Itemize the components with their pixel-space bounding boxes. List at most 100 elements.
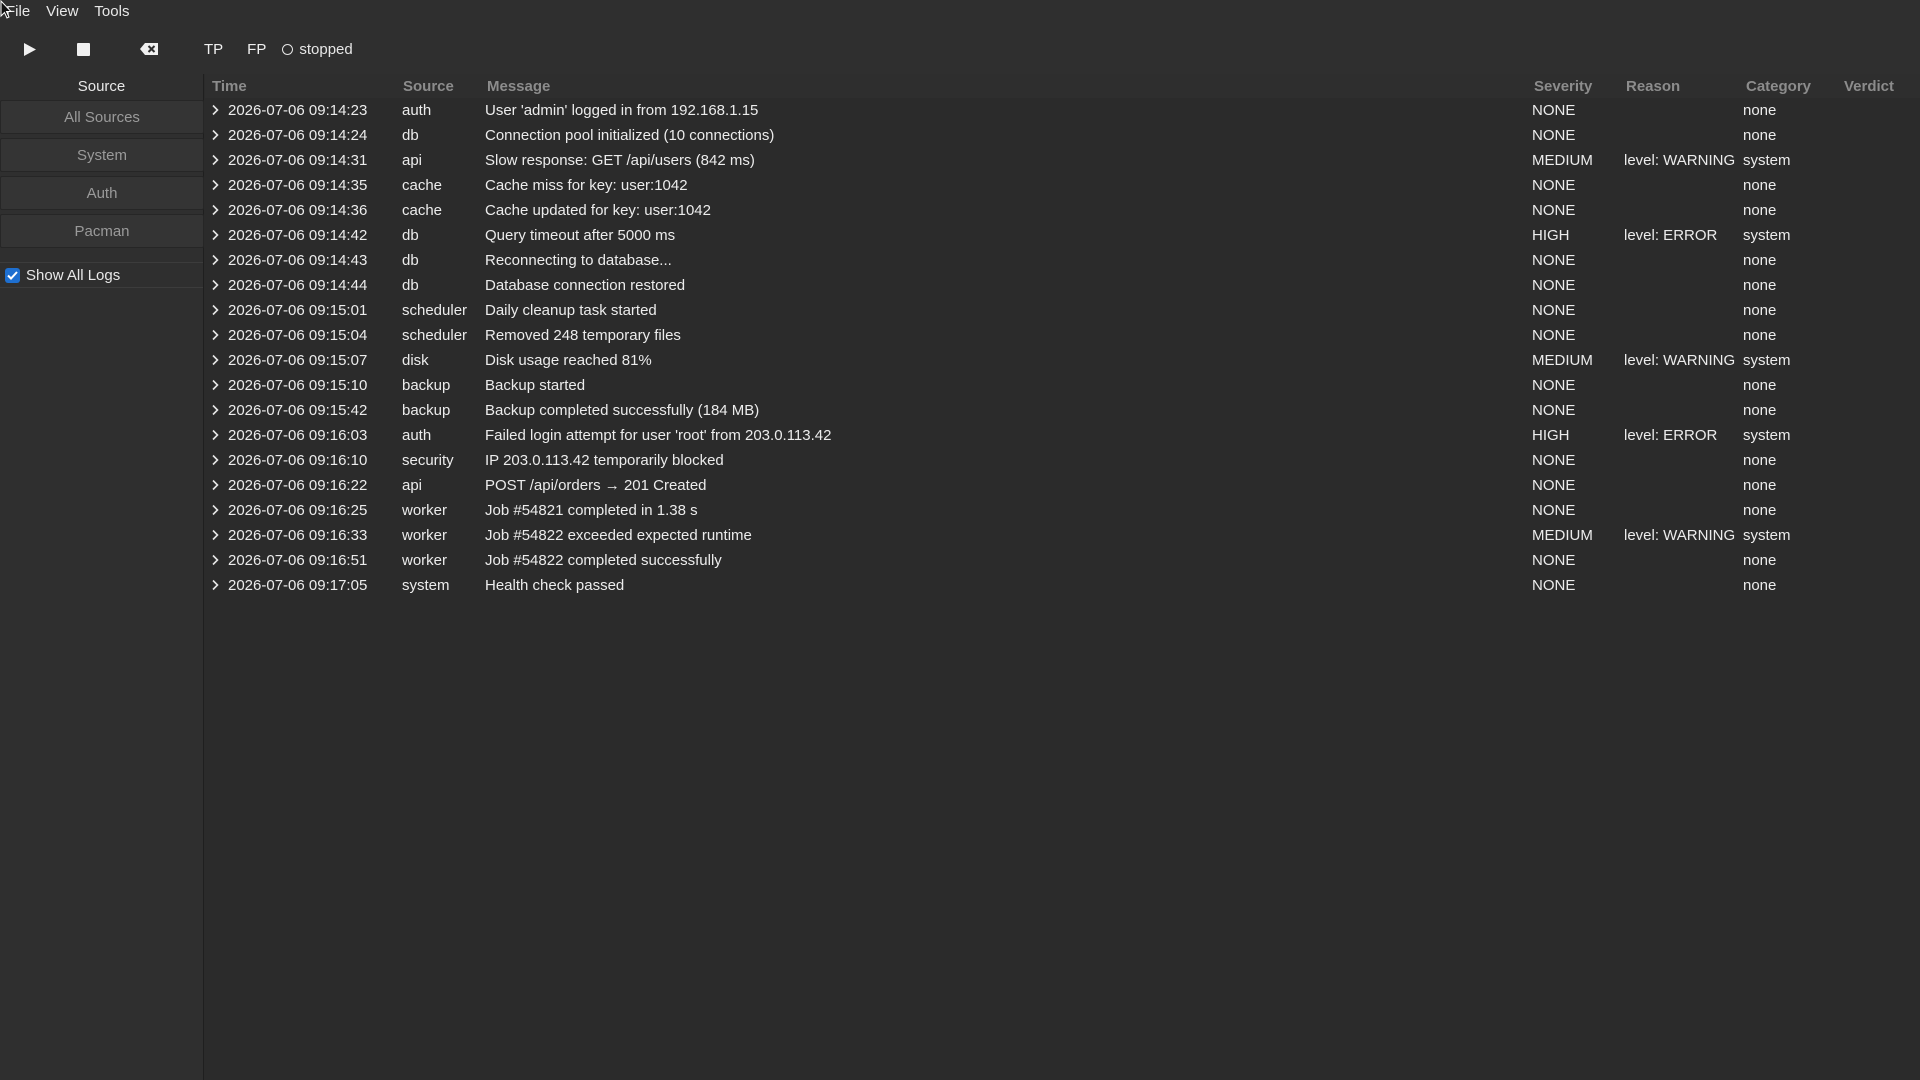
cell-severity: NONE bbox=[1532, 102, 1576, 119]
table-row[interactable]: 2026-07-06 09:15:07 disk Disk usage reache… bbox=[205, 348, 1920, 373]
cell-severity: NONE bbox=[1532, 127, 1576, 144]
expand-chevron-icon[interactable] bbox=[211, 502, 225, 520]
clear-button[interactable] bbox=[106, 24, 192, 74]
expand-chevron-icon[interactable] bbox=[211, 127, 225, 145]
expand-chevron-icon[interactable] bbox=[211, 302, 225, 320]
table-row[interactable]: 2026-07-06 09:15:04 scheduler Removed 248 … bbox=[205, 323, 1920, 348]
expand-chevron-icon[interactable] bbox=[211, 402, 225, 420]
cell-category: none bbox=[1743, 277, 1777, 294]
cell-category: none bbox=[1743, 327, 1777, 344]
table-row[interactable]: 2026-07-06 09:14:35 cache Cache miss for k… bbox=[205, 173, 1920, 198]
cell-severity: NONE bbox=[1532, 477, 1576, 494]
cell-message: Job #54821 completed in 1.38 s bbox=[485, 502, 698, 519]
expand-chevron-icon[interactable] bbox=[211, 152, 225, 170]
expand-chevron-icon[interactable] bbox=[211, 452, 225, 470]
cell-category: none bbox=[1743, 252, 1777, 269]
show-all-logs-toggle[interactable]: Show All Logs bbox=[0, 262, 203, 288]
cell-time: 2026-07-06 09:16:25 bbox=[228, 502, 368, 519]
cell-source: cache bbox=[402, 177, 443, 194]
table-row[interactable]: 2026-07-06 09:16:10 security IP 203.0.113.… bbox=[205, 448, 1920, 473]
expand-chevron-icon[interactable] bbox=[211, 327, 225, 345]
cell-source: cache bbox=[402, 202, 443, 219]
table-row[interactable]: 2026-07-06 09:14:23 auth User 'admin' logg… bbox=[205, 98, 1920, 123]
source-button-auth[interactable]: Auth bbox=[0, 176, 204, 210]
cell-time: 2026-07-06 09:17:05 bbox=[228, 577, 368, 594]
expand-chevron-icon[interactable] bbox=[211, 102, 225, 120]
source-button-all[interactable]: All Sources bbox=[0, 100, 204, 134]
cell-reason: level: WARNING bbox=[1624, 527, 1736, 544]
table-row[interactable]: 2026-07-06 09:16:25 worker Job #54821 comp… bbox=[205, 498, 1920, 523]
stop-button[interactable] bbox=[60, 24, 106, 74]
table-row[interactable]: 2026-07-06 09:15:10 backup Backup started N… bbox=[205, 373, 1920, 398]
show-all-logs-checkbox[interactable] bbox=[5, 267, 20, 283]
table-body: 2026-07-06 09:14:23 auth User 'admin' logg… bbox=[205, 98, 1920, 598]
table-row[interactable]: 2026-07-06 09:14:36 cache Cache updated fo… bbox=[205, 198, 1920, 223]
expand-chevron-icon[interactable] bbox=[211, 227, 225, 245]
toolbar: TP FP stopped bbox=[0, 24, 1920, 74]
menu-bar: File View Tools bbox=[0, 0, 1920, 24]
column-header-message[interactable]: Message bbox=[487, 78, 550, 95]
tp-button[interactable]: TP bbox=[192, 24, 235, 74]
table-row[interactable]: 2026-07-06 09:17:05 system Health check pa… bbox=[205, 573, 1920, 598]
source-button-pacman[interactable]: Pacman bbox=[0, 214, 204, 248]
cell-source: disk bbox=[402, 352, 429, 369]
table-row[interactable]: 2026-07-06 09:16:22 api POST /api/orders →… bbox=[205, 473, 1920, 498]
table-row[interactable]: 2026-07-06 09:16:03 auth Failed login atte… bbox=[205, 423, 1920, 448]
column-header-severity[interactable]: Severity bbox=[1534, 78, 1592, 95]
table-row[interactable]: 2026-07-06 09:14:31 api Slow response: GET… bbox=[205, 148, 1920, 173]
menu-view[interactable]: View bbox=[38, 0, 86, 24]
cell-time: 2026-07-06 09:15:04 bbox=[228, 327, 368, 344]
cell-source: auth bbox=[402, 427, 432, 444]
cell-category: system bbox=[1743, 527, 1791, 544]
table-row[interactable]: 2026-07-06 09:16:51 worker Job #54822 comp… bbox=[205, 548, 1920, 573]
table-row[interactable]: 2026-07-06 09:14:44 db Database connection… bbox=[205, 273, 1920, 298]
table-row[interactable]: 2026-07-06 09:14:24 db Connection pool ini… bbox=[205, 123, 1920, 148]
expand-chevron-icon[interactable] bbox=[211, 252, 225, 270]
expand-chevron-icon[interactable] bbox=[211, 477, 225, 495]
fp-button[interactable]: FP bbox=[235, 24, 278, 74]
cell-message: Health check passed bbox=[485, 577, 625, 594]
cell-time: 2026-07-06 09:16:03 bbox=[228, 427, 368, 444]
cell-time: 2026-07-06 09:14:43 bbox=[228, 252, 368, 269]
table-row[interactable]: 2026-07-06 09:15:42 backup Backup complete… bbox=[205, 398, 1920, 423]
cell-source: db bbox=[402, 127, 419, 144]
cell-severity: NONE bbox=[1532, 177, 1576, 194]
cell-severity: NONE bbox=[1532, 502, 1576, 519]
cell-category: none bbox=[1743, 177, 1777, 194]
expand-chevron-icon[interactable] bbox=[211, 427, 225, 445]
expand-chevron-icon[interactable] bbox=[211, 202, 225, 220]
menu-tools[interactable]: Tools bbox=[86, 0, 137, 24]
cell-category: system bbox=[1743, 352, 1791, 369]
expand-chevron-icon[interactable] bbox=[211, 277, 225, 295]
cell-message: Removed 248 temporary files bbox=[485, 327, 681, 344]
source-button-system[interactable]: System bbox=[0, 138, 204, 172]
column-header-time[interactable]: Time bbox=[212, 78, 247, 95]
cell-severity: NONE bbox=[1532, 202, 1576, 219]
column-header-source[interactable]: Source bbox=[403, 78, 454, 95]
play-button[interactable] bbox=[0, 24, 60, 74]
table-row[interactable]: 2026-07-06 09:15:01 scheduler Daily cleanu… bbox=[205, 298, 1920, 323]
source-sidebar: Source All Sources System Auth Pacman Sh… bbox=[0, 74, 204, 1080]
cell-category: system bbox=[1743, 152, 1791, 169]
table-header: Time Source Message Severity Reason Cate… bbox=[205, 74, 1920, 98]
cell-severity: NONE bbox=[1532, 327, 1576, 344]
table-row[interactable]: 2026-07-06 09:14:42 db Query timeout after… bbox=[205, 223, 1920, 248]
cell-message: Disk usage reached 81% bbox=[485, 352, 652, 369]
column-header-reason[interactable]: Reason bbox=[1626, 78, 1680, 95]
cell-time: 2026-07-06 09:15:07 bbox=[228, 352, 368, 369]
expand-chevron-icon[interactable] bbox=[211, 552, 225, 570]
expand-chevron-icon[interactable] bbox=[211, 177, 225, 195]
expand-chevron-icon[interactable] bbox=[211, 577, 225, 595]
cell-category: none bbox=[1743, 552, 1777, 569]
expand-chevron-icon[interactable] bbox=[211, 527, 225, 545]
table-row[interactable]: 2026-07-06 09:16:33 worker Job #54822 exce… bbox=[205, 523, 1920, 548]
column-header-verdict[interactable]: Verdict bbox=[1844, 78, 1894, 95]
expand-chevron-icon[interactable] bbox=[211, 352, 225, 370]
sidebar-title: Source bbox=[77, 78, 126, 95]
table-row[interactable]: 2026-07-06 09:14:43 db Reconnecting to dat… bbox=[205, 248, 1920, 273]
expand-chevron-icon[interactable] bbox=[211, 377, 225, 395]
cell-severity: NONE bbox=[1532, 252, 1576, 269]
cell-message: IP 203.0.113.42 temporarily blocked bbox=[485, 452, 724, 469]
column-header-category[interactable]: Category bbox=[1746, 78, 1811, 95]
cell-source: db bbox=[402, 227, 419, 244]
